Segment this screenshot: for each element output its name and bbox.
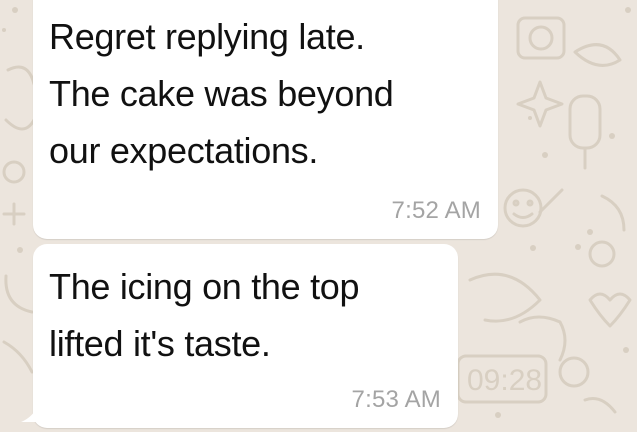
message-text: The icing on the top lifted it's taste. — [49, 266, 360, 364]
smiley-doodle-icon — [503, 188, 543, 228]
incoming-message-bubble[interactable]: The icing on the top lifted it's taste. … — [33, 244, 458, 428]
leaf-doodle-icon — [573, 43, 622, 67]
message-text: Regret replying late. The cake was beyon… — [49, 16, 394, 171]
pencil-doodle-icon — [538, 188, 564, 214]
sparkle-doodle-icon — [516, 80, 564, 128]
alarm-clock-doodle-icon — [456, 354, 548, 404]
heart-doodle-icon — [588, 292, 632, 328]
message-timestamp: 7:52 AM — [391, 197, 481, 224]
palm-doodle-icon — [518, 315, 567, 362]
message-timestamp: 7:53 AM — [351, 386, 441, 413]
bubble-tail-icon — [21, 408, 37, 422]
camera-doodle-icon — [516, 16, 566, 60]
doodle-clock-text: 09:28 — [467, 364, 542, 397]
popsicle-doodle-icon — [568, 94, 602, 150]
phone-doodle-icon — [4, 274, 34, 314]
flower-doodle-icon — [588, 240, 616, 268]
incoming-message-bubble[interactable]: Regret replying late. The cake was beyon… — [33, 0, 498, 239]
